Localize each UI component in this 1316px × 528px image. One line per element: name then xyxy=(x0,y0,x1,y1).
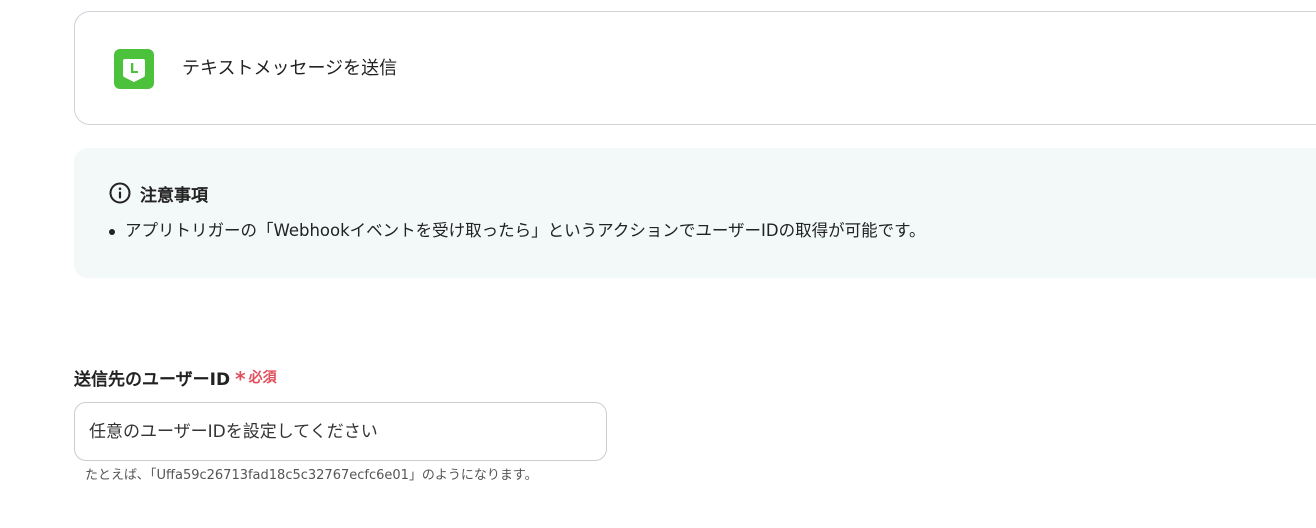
field-label-row: 送信先のユーザーID * 必須 xyxy=(74,365,277,391)
required-star-icon: * xyxy=(235,367,246,391)
notice-box: 注意事項 アプリトリガーの「Webhookイベントを受け取ったら」というアクショ… xyxy=(74,148,1316,278)
notice-list: アプリトリガーの「Webhookイベントを受け取ったら」というアクションでユーザ… xyxy=(108,219,925,243)
action-title: テキストメッセージを送信 xyxy=(182,58,398,79)
help-text: たとえば､「Uffa59c26713fad18c5c32767ecfc6e01」… xyxy=(85,468,538,483)
line-app-icon xyxy=(114,49,154,89)
page: テキストメッセージを送信 注意事項 アプリトリガーの「Webhookイベントを受… xyxy=(0,0,1316,528)
info-icon xyxy=(109,182,131,204)
action-card[interactable]: テキストメッセージを送信 xyxy=(74,11,1316,125)
notice-title: 注意事項 xyxy=(140,185,208,206)
bullet-icon xyxy=(109,229,115,235)
field-label: 送信先のユーザーID xyxy=(74,369,231,390)
notice-item: アプリトリガーの「Webhookイベントを受け取ったら」というアクションでユーザ… xyxy=(108,219,925,243)
required-badge: 必須 xyxy=(248,370,277,386)
notice-header: 注意事項 xyxy=(108,181,208,206)
user-id-input[interactable] xyxy=(74,402,607,461)
notice-item-text: アプリトリガーの「Webhookイベントを受け取ったら」というアクションでユーザ… xyxy=(125,221,926,240)
